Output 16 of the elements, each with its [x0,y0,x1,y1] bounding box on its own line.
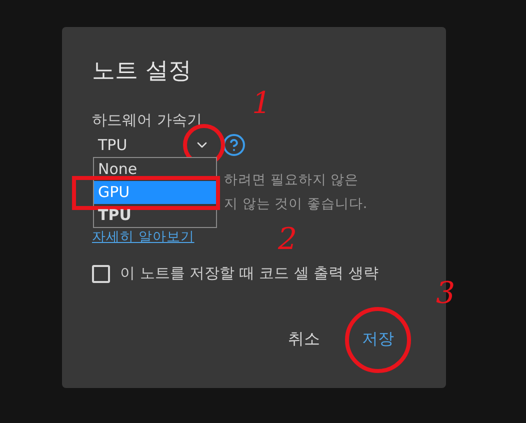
help-icon[interactable] [222,133,246,157]
annotation-number: 2 [278,222,298,257]
checkbox[interactable] [92,264,110,282]
checkbox-label: 이 노트를 저장할 때 코드 셀 출력 생략 [120,264,378,283]
dropdown-option[interactable]: None [94,158,216,181]
accelerator-select[interactable]: TPU [92,133,210,157]
field-label: 하드웨어 가속기 [92,111,202,130]
help-text: 하려면 필요하지 않은 [224,171,360,190]
learn-more-link[interactable]: 자세히 알아보기 [92,228,194,246]
save-button[interactable]: 저장 [354,323,402,356]
dropdown-option[interactable]: TPU [94,204,216,227]
annotation-number: 3 [436,276,456,311]
help-text: 지 않는 것이 좋습니다. [224,195,368,214]
annotation-number: 1 [252,86,272,121]
cancel-button[interactable]: 취소 [280,323,328,356]
dialog-title: 노트 설정 [92,57,192,86]
